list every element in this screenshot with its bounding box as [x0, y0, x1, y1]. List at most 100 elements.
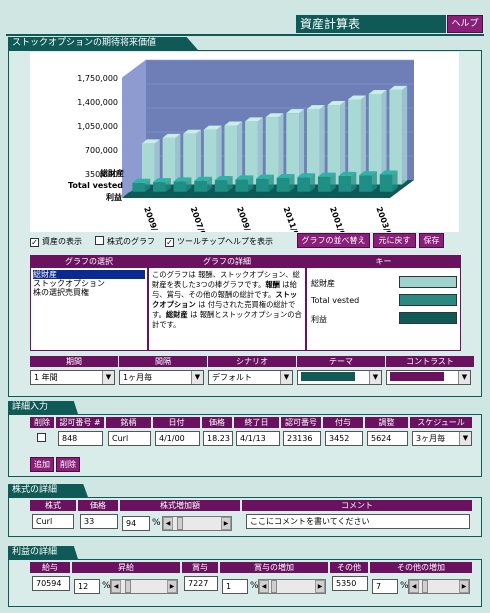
help-button[interactable]: ヘルプ [447, 15, 483, 33]
chevron-down-icon[interactable]: ▼ [280, 371, 292, 384]
arrow-left-icon[interactable]: ◀ [259, 580, 269, 593]
stock-increase-slider[interactable]: ◀ ▶ [162, 516, 232, 531]
arrow-right-icon[interactable]: ▶ [459, 580, 469, 593]
bar-side [402, 85, 408, 185]
graph-detail-header: グラフの詳細 [149, 256, 305, 268]
delete-row-button[interactable]: 削除 [56, 457, 80, 472]
col-grant-no: 認可番号 [281, 417, 321, 428]
graph-select-item[interactable]: 株の選択売買権 [33, 288, 145, 297]
save-button[interactable]: 保存 [419, 233, 444, 248]
raise-field[interactable]: 12 [74, 579, 100, 594]
arrow-left-icon[interactable]: ◀ [163, 517, 173, 530]
contrast-select[interactable]: ▼ [386, 370, 471, 385]
bar-side [381, 89, 387, 185]
grant-id-field[interactable]: 848 [58, 431, 103, 446]
slider-thumb[interactable] [271, 580, 277, 593]
bonus-field[interactable]: 7227 [184, 576, 218, 591]
bar-side [319, 105, 325, 185]
bar-chart: 1,750,0001,400,0001,050,000700,000350,00… [68, 59, 414, 249]
y-tick-label: 700,000 [85, 146, 118, 155]
price-field[interactable]: 18.23 [203, 431, 233, 446]
stock-graph-checkbox[interactable] [95, 236, 104, 245]
period-select[interactable]: 1 年間 ▼ [30, 370, 115, 385]
depth-label: 総財産 [100, 168, 124, 178]
x-tick-label: 2009/ 01 [235, 206, 257, 232]
show-assets-checkbox[interactable] [30, 238, 39, 247]
adjust-field[interactable]: 5624 [367, 431, 408, 446]
symbol-field[interactable]: Curl [108, 431, 151, 446]
option-show-assets[interactable]: 資産の表示 [30, 236, 82, 247]
col-stock-increase: 株式増加額 [120, 500, 240, 511]
col-other-increase: その他の増加 [370, 562, 472, 573]
arrow-left-icon[interactable]: ◀ [409, 580, 419, 593]
date-field[interactable]: 4/1/00 [155, 431, 200, 446]
col-vested: 付与 [323, 417, 363, 428]
arrow-right-icon[interactable]: ▶ [221, 517, 231, 530]
show-assets-label: 資産の表示 [42, 237, 82, 246]
other-increase-slider[interactable]: ◀ ▶ [408, 579, 470, 594]
end-date-field[interactable]: 4/1/13 [236, 431, 280, 446]
other-increase-field[interactable]: 7 [372, 579, 398, 594]
reorder-graph-button[interactable]: グラフの並べ替え [297, 233, 370, 248]
period-header: 期間 [30, 356, 118, 367]
bar [276, 177, 290, 192]
detail-input-title: 詳細入力 [8, 401, 78, 414]
col-schedule: スケジュール [410, 417, 472, 428]
bar [389, 89, 403, 185]
depth-label: Total vested [68, 181, 123, 190]
bonus-increase-slider[interactable]: ◀ ▶ [258, 579, 326, 594]
theme-select[interactable]: ▼ [297, 370, 382, 385]
col-delete: 削除 [30, 417, 54, 428]
schedule-select[interactable]: 3ヶ月毎 ▼ [412, 431, 472, 446]
option-tooltip-help[interactable]: ツールチップヘルプを表示 [165, 236, 273, 247]
delete-row-checkbox[interactable] [37, 433, 46, 442]
scenario-value: デフォルト [212, 373, 252, 382]
key-swatch [399, 312, 457, 324]
stock-field[interactable]: Curl [32, 514, 74, 529]
arrow-left-icon[interactable]: ◀ [111, 580, 121, 593]
bar [185, 196, 199, 198]
option-stock-graph[interactable]: 株式のグラフ [95, 236, 155, 247]
graph-select-item[interactable]: 総財産 [33, 270, 145, 279]
slider-thumb[interactable] [125, 580, 131, 593]
bar [368, 93, 382, 185]
bar-side [278, 113, 284, 185]
bar [265, 117, 279, 185]
key-panel: キー 総財産 Total vested 利益 [306, 255, 461, 351]
grant-no-field[interactable]: 23136 [283, 431, 321, 446]
chevron-down-icon[interactable]: ▼ [459, 432, 471, 445]
raise-slider[interactable]: ◀ ▶ [110, 579, 178, 594]
tooltip-help-checkbox[interactable] [165, 238, 174, 247]
col-bonus-increase: 賞与の増加 [220, 562, 328, 573]
y-tick-label: 1,750,000 [77, 74, 118, 83]
x-tick-label: 2001/01 [328, 206, 349, 232]
tooltip-help-label: ツールチップヘルプを表示 [177, 237, 273, 246]
interval-select[interactable]: 1ヶ月毎 ▼ [119, 370, 204, 385]
bar [359, 175, 372, 192]
restore-button[interactable]: 元に戻す [373, 233, 416, 248]
chevron-down-icon[interactable]: ▼ [369, 371, 381, 384]
stock-increase-field[interactable]: 94 [122, 516, 150, 531]
scenario-header: シナリオ [208, 356, 296, 367]
salary-field[interactable]: 70594 [32, 576, 70, 591]
chevron-down-icon[interactable]: ▼ [458, 371, 470, 384]
col-date: 日付 [153, 417, 200, 428]
bar [235, 179, 249, 192]
slider-thumb[interactable] [177, 517, 183, 530]
comment-field[interactable]: ここにコメントを書いてください [246, 514, 470, 529]
bonus-increase-field[interactable]: 1 [222, 579, 248, 594]
graph-select-item[interactable]: ストックオプション [33, 279, 145, 288]
add-row-button[interactable]: 追加 [30, 457, 54, 472]
slider-thumb[interactable] [422, 580, 428, 593]
vested-field[interactable]: 3452 [325, 431, 363, 446]
stock-price-field[interactable]: 33 [80, 514, 118, 529]
arrow-right-icon[interactable]: ▶ [167, 580, 177, 593]
chevron-down-icon[interactable]: ▼ [191, 371, 203, 384]
chevron-down-icon[interactable]: ▼ [102, 371, 114, 384]
scenario-select[interactable]: デフォルト ▼ [208, 370, 293, 385]
arrow-right-icon[interactable]: ▶ [315, 580, 325, 593]
bar [309, 196, 323, 198]
bar [330, 196, 343, 198]
bar [144, 196, 158, 198]
other-field[interactable]: 5350 [332, 576, 368, 591]
